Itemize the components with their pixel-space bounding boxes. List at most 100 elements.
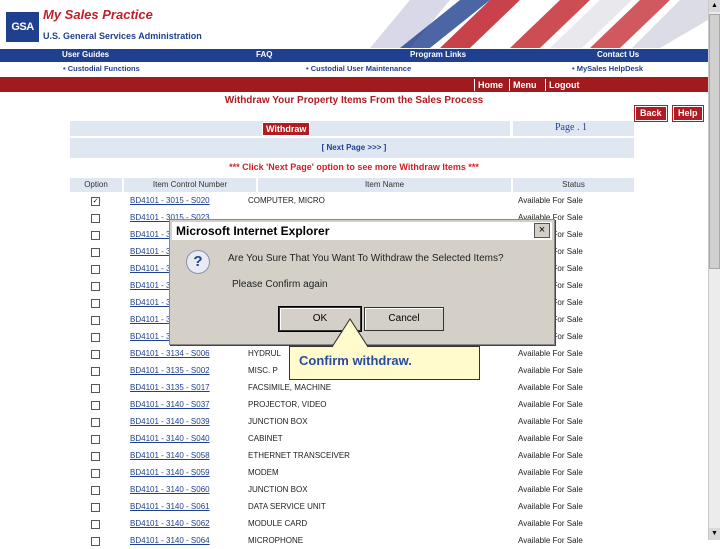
item-status: Available For Sale	[518, 519, 583, 528]
withdraw-button[interactable]: Withdraw	[262, 122, 311, 136]
option-checkbox[interactable]	[91, 503, 100, 512]
nav-custodial-functions[interactable]: • Custodial Functions	[63, 64, 140, 73]
option-checkbox[interactable]	[91, 418, 100, 427]
gsa-logo: GSA	[6, 12, 39, 42]
option-checkbox[interactable]	[91, 469, 100, 478]
item-status: Available For Sale	[518, 451, 583, 460]
next-page-link[interactable]: [ Next Page >>> ]	[0, 143, 708, 152]
item-control-link[interactable]: BD4101 - 3140 - S060	[130, 482, 250, 498]
item-status: Available For Sale	[518, 485, 583, 494]
item-status: Available For Sale	[518, 417, 583, 426]
item-control-link[interactable]: BD4101 - 3140 - S062	[130, 516, 250, 532]
item-control-link[interactable]: BD4101 - 3134 - S006	[130, 346, 250, 362]
page-heading: Withdraw Your Property Items From the Sa…	[224, 95, 484, 106]
option-checkbox[interactable]	[91, 384, 100, 393]
col-item-control-number: Item Control Number	[124, 178, 256, 192]
table-row: BD4101 - 3140 - S062 MODULE CARD Available…	[70, 516, 634, 532]
item-control-link[interactable]: BD4101 - 3015 - S020	[130, 193, 250, 209]
col-option: Option	[70, 178, 122, 192]
item-control-link[interactable]: BD4101 - 3140 - S040	[130, 431, 250, 447]
table-row: BD4101 - 3140 - S040 CABINET Available For…	[70, 431, 634, 447]
table-header: Option Item Control Number Item Name Sta…	[70, 178, 634, 192]
nav-program-links[interactable]: Program Links	[410, 50, 466, 59]
scroll-up-arrow-icon[interactable]: ▲	[709, 0, 720, 12]
dialog-title: Microsoft Internet Explorer	[172, 222, 552, 240]
table-row: BD4101 - 3140 - S059 MODEM Available For S…	[70, 465, 634, 481]
item-control-link[interactable]: BD4101 - 3140 - S059	[130, 465, 250, 481]
callout-text: Confirm withdraw.	[299, 353, 412, 368]
option-checkbox[interactable]	[91, 333, 100, 342]
item-control-link[interactable]: BD4101 - 3140 - S064	[130, 533, 250, 549]
cancel-button[interactable]: Cancel	[364, 307, 444, 331]
item-name: MODULE CARD	[248, 519, 308, 528]
item-status: Available For Sale	[518, 536, 583, 545]
table-row: BD4101 - 3135 - S017 FACSIMILE, MACHINE Av…	[70, 380, 634, 396]
option-checkbox[interactable]	[91, 452, 100, 461]
dialog-message: Are You Sure That You Want To Withdraw t…	[228, 253, 504, 264]
table-row: BD4101 - 3140 - S037 PROJECTOR, VIDEO Avai…	[70, 397, 634, 413]
item-status: Available For Sale	[518, 349, 583, 358]
menu-button[interactable]: Menu	[509, 79, 540, 91]
app-title: My Sales Practice	[43, 7, 153, 22]
option-checkbox[interactable]	[91, 248, 100, 257]
next-page-notice: *** Click 'Next Page' option to see more…	[229, 162, 479, 172]
option-checkbox[interactable]	[91, 401, 100, 410]
item-status: Available For Sale	[518, 366, 583, 375]
option-checkbox[interactable]	[91, 486, 100, 495]
question-icon: ?	[186, 250, 210, 274]
nav-user-guides[interactable]: User Guides	[62, 50, 109, 59]
table-row: BD4101 - 3140 - S039 JUNCTION BOX Availabl…	[70, 414, 634, 430]
item-control-link[interactable]: BD4101 - 3140 - S037	[130, 397, 250, 413]
sub-nav: • Custodial Functions • Custodial User M…	[0, 63, 708, 75]
back-button[interactable]: Back	[634, 105, 668, 122]
item-name: DATA SERVICE UNIT	[248, 502, 326, 511]
scroll-down-arrow-icon[interactable]: ▼	[709, 528, 720, 540]
option-checkbox[interactable]	[91, 265, 100, 274]
site-header: GSA My Sales Practice U.S. General Servi…	[0, 0, 708, 48]
option-checkbox[interactable]	[91, 367, 100, 376]
item-name: ETHERNET TRANSCEIVER	[248, 451, 350, 460]
nav-custodial-user-maintenance[interactable]: • Custodial User Maintenance	[306, 64, 411, 73]
item-control-link[interactable]: BD4101 - 3135 - S002	[130, 363, 250, 379]
nav-contact-us[interactable]: Contact Us	[597, 50, 639, 59]
table-row: BD4101 - 3140 - S058 ETHERNET TRANSCEIVER…	[70, 448, 634, 464]
item-control-link[interactable]: BD4101 - 3140 - S058	[130, 448, 250, 464]
item-name: CABINET	[248, 434, 283, 443]
option-checkbox[interactable]	[91, 350, 100, 359]
callout-pointer-overlay	[331, 318, 369, 348]
table-row: BD4101 - 3140 - S064 MICROPHONE Available …	[70, 533, 634, 549]
item-name: JUNCTION BOX	[248, 417, 308, 426]
agency-name: U.S. General Services Administration	[43, 31, 202, 41]
item-name: MICROPHONE	[248, 536, 304, 545]
item-status: Available For Sale	[518, 383, 583, 392]
option-checkbox[interactable]	[91, 316, 100, 325]
option-checkbox[interactable]	[91, 214, 100, 223]
option-checkbox[interactable]	[91, 537, 100, 546]
nav-faq[interactable]: FAQ	[256, 50, 272, 59]
main-nav-bar: Home Menu Logout	[0, 77, 708, 92]
option-checkbox[interactable]	[91, 520, 100, 529]
top-nav: User Guides FAQ Program Links Contact Us	[0, 49, 708, 62]
nav-mysales-helpdesk[interactable]: • MySales HelpDesk	[572, 64, 643, 73]
item-name: FACSIMILE, MACHINE	[248, 383, 332, 392]
item-status: Available For Sale	[518, 502, 583, 511]
item-status: Available For Sale	[518, 400, 583, 409]
logout-button[interactable]: Logout	[545, 79, 583, 91]
col-item-name: Item Name	[258, 178, 511, 192]
option-checkbox[interactable]	[91, 231, 100, 240]
help-button[interactable]: Help	[672, 105, 704, 122]
scroll-thumb[interactable]	[709, 14, 720, 269]
home-button[interactable]: Home	[474, 79, 506, 91]
item-control-link[interactable]: BD4101 - 3140 - S061	[130, 499, 250, 515]
item-control-link[interactable]: BD4101 - 3140 - S039	[130, 414, 250, 430]
option-checkbox[interactable]	[91, 435, 100, 444]
option-checkbox[interactable]: ✓	[91, 197, 100, 206]
item-name: MODEM	[248, 468, 279, 477]
flag-banner-image	[370, 0, 708, 48]
option-checkbox[interactable]	[91, 299, 100, 308]
item-control-link[interactable]: BD4101 - 3135 - S017	[130, 380, 250, 396]
item-status: Available For Sale	[518, 468, 583, 477]
close-icon[interactable]: ×	[534, 223, 550, 238]
option-checkbox[interactable]	[91, 282, 100, 291]
item-status: Available For Sale	[518, 196, 583, 205]
